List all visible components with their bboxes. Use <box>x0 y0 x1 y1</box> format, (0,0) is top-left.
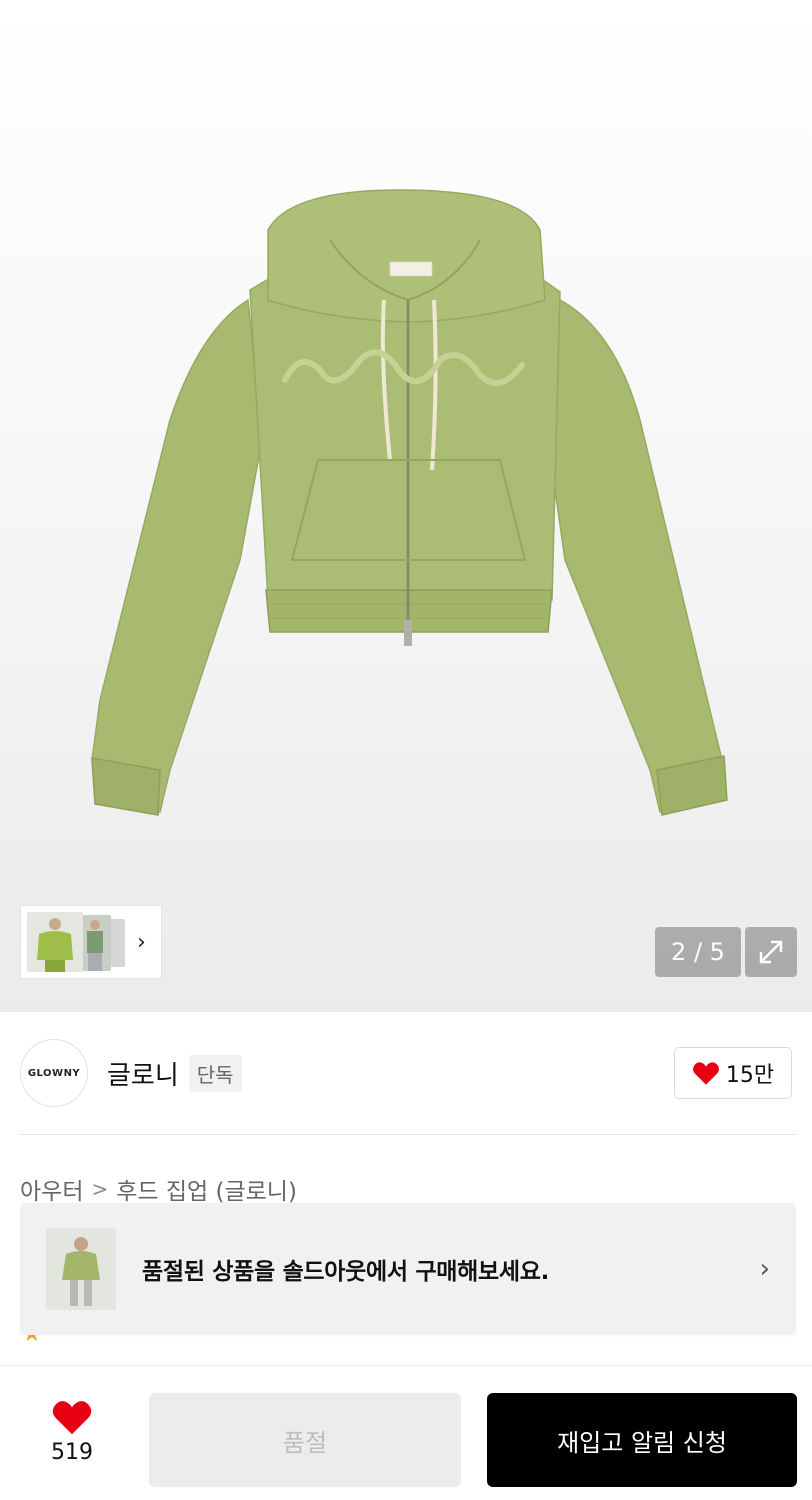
breadcrumb-subcategory[interactable]: 후드 집업 (글로니) <box>116 1172 297 1206</box>
divider <box>20 1134 796 1135</box>
breadcrumb-separator: > <box>91 1177 109 1201</box>
expand-icon <box>759 940 783 964</box>
heart-icon <box>52 1401 92 1435</box>
product-image <box>91 189 728 816</box>
breadcrumb: 아우터 > 후드 집업 (글로니) <box>20 1172 297 1206</box>
expand-button[interactable] <box>745 927 797 977</box>
thumbnail-strip[interactable]: › <box>20 905 162 979</box>
thumbnail-2 <box>79 915 111 971</box>
thumbnail-1 <box>27 912 83 972</box>
favorite-button[interactable]: 519 <box>38 1398 106 1465</box>
image-counter: 2 / 5 <box>655 927 741 977</box>
restock-alert-button[interactable]: 재입고 알림 신청 <box>487 1393 797 1487</box>
brand-logo[interactable]: GLOWNY <box>20 1039 88 1107</box>
brand-like-button[interactable]: 15만 <box>674 1047 792 1099</box>
heart-icon <box>692 1062 719 1085</box>
chevron-right-icon: › <box>759 1254 770 1284</box>
brand-row: GLOWNY 글로니 단독 15만 <box>0 1012 812 1134</box>
divider <box>0 1365 812 1366</box>
thumbnail-stack <box>25 909 129 975</box>
soldout-banner[interactable]: 품절된 상품을 솔드아웃에서 구매해보세요. › <box>20 1203 796 1335</box>
exclusive-badge: 단독 <box>188 1054 242 1092</box>
banner-product-thumbnail <box>46 1228 116 1310</box>
favorite-count: 519 <box>51 1440 93 1465</box>
brand-like-count: 15만 <box>725 1063 775 1088</box>
brand-logo-text: GLOWNY <box>27 1067 81 1079</box>
soldout-banner-text: 품절된 상품을 솔드아웃에서 구매해보세요. <box>142 1259 550 1285</box>
breadcrumb-category[interactable]: 아우터 <box>20 1172 83 1206</box>
brand-name[interactable]: 글로니 <box>107 1055 179 1092</box>
chevron-right-icon: › <box>137 929 146 955</box>
soldout-button: 품절 <box>149 1393 461 1487</box>
bottom-action-bar: 519 품절 재입고 알림 신청 <box>0 1376 812 1500</box>
product-image-gallery[interactable]: › 2 / 5 <box>0 0 812 1012</box>
